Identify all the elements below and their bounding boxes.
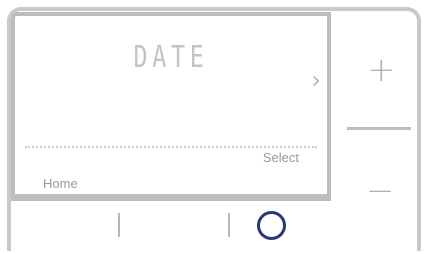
lcd-screen: DATE › Select Home — [11, 12, 331, 198]
circle-button[interactable] — [257, 211, 286, 240]
screen-title: DATE — [133, 40, 209, 75]
plus-button[interactable]: + — [367, 53, 396, 87]
screen-bottom-border — [11, 197, 331, 201]
select-button[interactable]: Select — [263, 150, 299, 165]
dotted-divider — [25, 146, 317, 148]
bottom-button-left[interactable] — [118, 213, 120, 237]
bottom-button-middle[interactable] — [228, 213, 230, 237]
chevron-right-icon[interactable]: › — [311, 66, 321, 94]
right-divider — [347, 127, 411, 130]
home-button[interactable]: Home — [43, 176, 78, 191]
minus-button[interactable]: − — [366, 174, 395, 208]
